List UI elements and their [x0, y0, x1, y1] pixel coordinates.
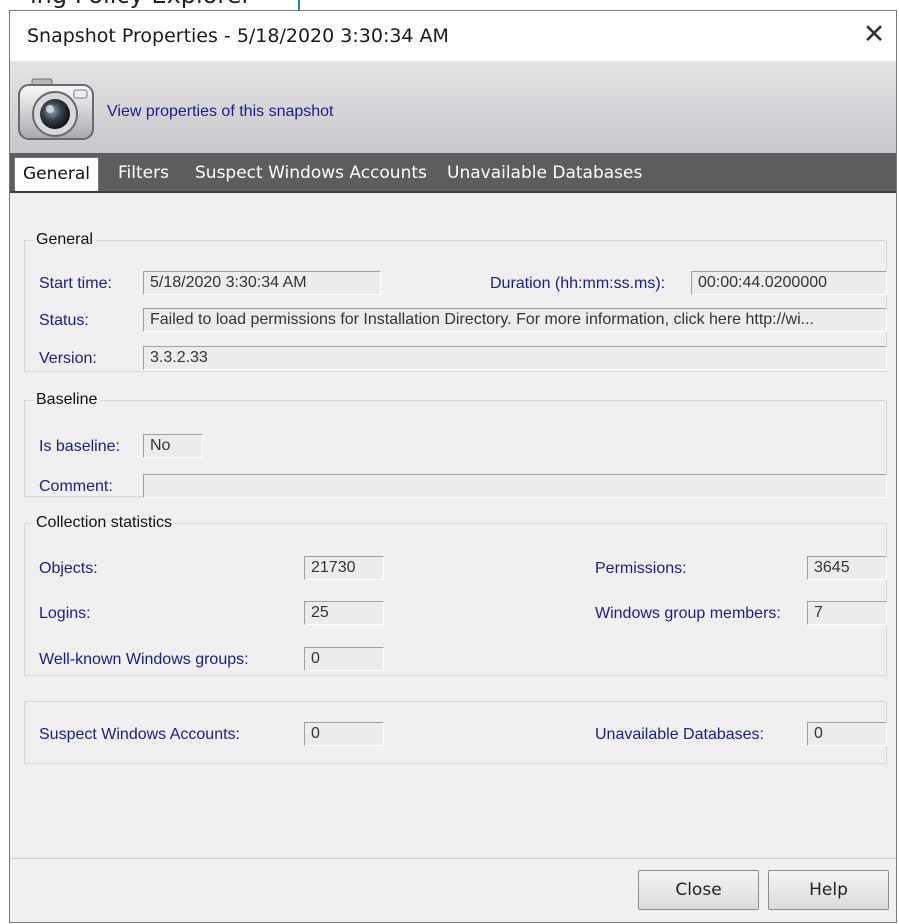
well-known-windows-groups-label: Well-known Windows groups: [39, 651, 249, 668]
status-field: Failed to load permissions for Installat… [143, 308, 887, 332]
version-label: Version: [39, 350, 97, 367]
general-group-title: General [36, 231, 93, 248]
status-label: Status: [39, 312, 89, 329]
comment-label: Comment: [39, 478, 113, 495]
logins-field: 25 [304, 601, 384, 625]
unavailable-databases-field: 0 [807, 722, 887, 746]
duration-field: 00:00:44.0200000 [691, 271, 887, 295]
baseline-group: Baseline Is baseline: No Comment: [24, 391, 887, 498]
title-bar: Snapshot Properties - 5/18/2020 3:30:34 … [10, 11, 896, 61]
tab-bar: General Filters Suspect Windows Accounts… [10, 153, 896, 193]
well-known-windows-groups-field: 0 [304, 647, 384, 671]
banner-text: View properties of this snapshot [107, 103, 334, 120]
summary-group: Suspect Windows Accounts: 0 Unavailable … [24, 701, 887, 764]
duration-label: Duration (hh:mm:ss.ms): [490, 275, 666, 292]
objects-label: Objects: [39, 560, 98, 577]
windows-group-members-field: 7 [807, 601, 887, 625]
close-icon[interactable]: ✕ [856, 17, 892, 53]
collection-statistics-title: Collection statistics [36, 514, 173, 531]
dialog-title: Snapshot Properties - 5/18/2020 3:30:34 … [27, 25, 449, 47]
start-time-label: Start time: [39, 275, 112, 292]
logins-label: Logins: [39, 605, 91, 622]
general-group: General Start time: 5/18/2020 3:30:34 AM… [24, 231, 887, 372]
start-time-field: 5/18/2020 3:30:34 AM [143, 271, 381, 295]
camera-icon [18, 78, 94, 140]
suspect-windows-accounts-field: 0 [304, 722, 384, 746]
help-button[interactable]: Help [768, 870, 889, 910]
collection-statistics-group: Collection statistics Objects: 21730 Per… [24, 514, 887, 676]
background-window-fragment: ing Policy Explorer [0, 0, 899, 10]
permissions-label: Permissions: [595, 560, 687, 577]
objects-field: 21730 [304, 556, 384, 580]
windows-group-members-label: Windows group members: [595, 605, 781, 622]
snapshot-properties-dialog: Snapshot Properties - 5/18/2020 3:30:34 … [9, 10, 897, 923]
tab-suspect-windows-accounts[interactable]: Suspect Windows Accounts [195, 163, 427, 183]
general-tab-content: General Start time: 5/18/2020 3:30:34 AM… [10, 193, 896, 858]
permissions-field: 3645 [807, 556, 887, 580]
header-banner: View properties of this snapshot [10, 61, 896, 153]
unavailable-databases-label: Unavailable Databases: [595, 726, 764, 743]
is-baseline-field: No [143, 434, 203, 458]
tab-unavailable-databases[interactable]: Unavailable Databases [447, 163, 642, 183]
close-button[interactable]: Close [638, 870, 759, 910]
text-cursor [298, 0, 300, 10]
dialog-footer: Close Help [10, 858, 896, 922]
is-baseline-label: Is baseline: [39, 438, 120, 455]
background-window-text: ing Policy Explorer [30, 0, 251, 9]
tab-general[interactable]: General [14, 157, 99, 191]
suspect-windows-accounts-label: Suspect Windows Accounts: [39, 726, 240, 743]
baseline-group-title: Baseline [36, 391, 98, 408]
version-field: 3.3.2.33 [143, 346, 887, 370]
tab-filters[interactable]: Filters [118, 163, 169, 183]
comment-field [143, 474, 887, 498]
